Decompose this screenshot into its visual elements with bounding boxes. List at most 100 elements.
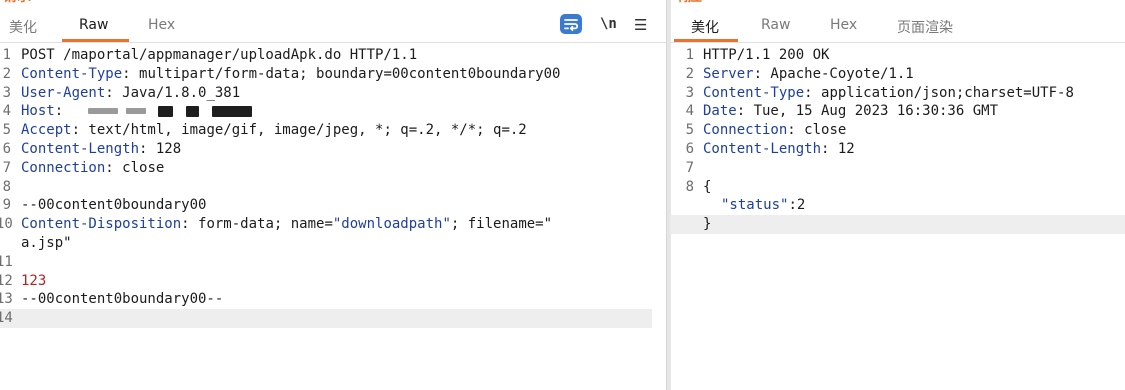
line-number: 4 <box>685 103 694 120</box>
request-current-line: 14 <box>0 309 652 328</box>
header-value: : text/html, image/gif, image/jpeg, *; q… <box>71 122 527 139</box>
header-value: : application/json;charset=UTF-8 <box>804 84 1074 101</box>
line-number: 14 <box>0 310 13 327</box>
request-line-text: POST /maportal/appmanager/uploadApk.do H… <box>21 47 418 63</box>
line-number: 2 <box>685 65 694 82</box>
header-name: Connection <box>21 159 106 176</box>
response-tab-pretty[interactable]: 美化 <box>691 17 719 37</box>
request-line: 12 123 <box>0 272 666 291</box>
request-line: 3 User-Agent: Java/1.8.0_381 <box>0 84 666 103</box>
response-current-line: } <box>670 215 1125 234</box>
line-number: 13 <box>0 291 13 308</box>
json-value: :2 <box>788 197 806 214</box>
request-editor[interactable]: 1 POST /maportal/appmanager/uploadApk.do… <box>0 46 666 328</box>
header-value: : 128 <box>139 140 182 157</box>
response-tab-raw[interactable]: Raw <box>761 17 790 33</box>
request-line: 13 --00content0boundary00-- <box>0 290 666 309</box>
response-panel: 响应 美化 Raw Hex 页面渲染 1 HTTP/1.1 200 OK 2 S… <box>670 0 1125 390</box>
request-line: 4 Host: <box>0 102 666 121</box>
header-name: User-Agent <box>21 84 106 101</box>
header-name: Content-Length <box>21 140 140 157</box>
header-name: Host <box>21 103 55 120</box>
line-number: 6 <box>2 140 11 157</box>
response-tab-active-indicator <box>674 39 738 42</box>
request-line: 10 Content-Disposition: form-data; name=… <box>0 215 666 234</box>
header-name: Content-Type <box>703 84 805 101</box>
request-line-text: --00content0boundary00-- <box>21 291 224 308</box>
request-line: 11 <box>0 253 666 272</box>
response-tab-bar: 美化 Raw Hex 页面渲染 <box>670 0 1125 43</box>
response-line-text: HTTP/1.1 200 OK <box>703 47 830 63</box>
json-key: "status" <box>721 197 789 214</box>
header-name: Server <box>703 65 754 82</box>
header-value: : close <box>105 159 165 176</box>
line-number: 4 <box>2 103 11 120</box>
line-number: 6 <box>685 140 694 157</box>
line-number: 5 <box>685 122 694 139</box>
response-line: 5 Connection: close <box>670 121 1125 140</box>
response-tab-render[interactable]: 页面渲染 <box>897 17 953 37</box>
request-line: 5 Accept: text/html, image/gif, image/jp… <box>0 121 666 140</box>
response-editor[interactable]: 1 HTTP/1.1 200 OK 2 Server: Apache-Coyot… <box>670 46 1125 234</box>
hamburger-menu-icon[interactable]: ☰ <box>634 16 647 34</box>
response-tab-hex[interactable]: Hex <box>830 17 857 33</box>
response-line: 6 Content-Length: 12 <box>670 140 1125 159</box>
redacted-host-mark <box>158 106 173 118</box>
request-line-text: --00content0boundary00 <box>21 197 207 214</box>
line-number: 3 <box>2 84 11 101</box>
request-line: 2 Content-Type: multipart/form-data; bou… <box>0 65 666 84</box>
request-tab-bar: 美化 Raw Hex \n ☰ <box>0 0 666 43</box>
response-line: "status":2 <box>670 196 1125 215</box>
header-value: ; filename=" <box>450 216 553 233</box>
word-wrap-icon[interactable] <box>560 14 582 34</box>
header-value: : Tue, 15 Aug 2023 16:30:36 GMT <box>736 103 999 120</box>
header-name: Connection <box>703 122 788 139</box>
line-number: 3 <box>685 84 694 101</box>
response-line: 3 Content-Type: application/json;charset… <box>670 84 1125 103</box>
response-line: 7 <box>670 159 1125 178</box>
header-name: Accept <box>21 122 72 139</box>
line-number: 11 <box>0 253 13 270</box>
redacted-host-mark <box>88 108 118 115</box>
redacted-host-mark <box>212 106 252 118</box>
request-tab-pretty[interactable]: 美化 <box>9 17 37 37</box>
line-number: 1 <box>2 47 11 63</box>
line-number: 7 <box>2 159 11 176</box>
header-name: Date <box>703 103 737 120</box>
line-number: 10 <box>0 216 13 233</box>
response-line: 4 Date: Tue, 15 Aug 2023 16:30:36 GMT <box>670 102 1125 121</box>
redacted-host-mark <box>186 106 199 118</box>
form-field-name: "downloadpath" <box>332 216 451 233</box>
header-value: : close <box>787 122 847 139</box>
response-line: 8 { <box>670 178 1125 197</box>
header-value: : <box>54 103 72 120</box>
request-panel: 请求 美化 Raw Hex \n ☰ 1 POST /maportal/appm… <box>0 0 666 390</box>
header-value: : Java/1.8.0_381 <box>105 84 241 101</box>
request-line-text: a.jsp" <box>21 234 72 251</box>
request-line: 9 --00content0boundary00 <box>0 196 666 215</box>
header-value: : multipart/form-data; boundary=00conten… <box>122 65 561 82</box>
header-name: Content-Disposition <box>21 216 182 233</box>
line-number: 9 <box>2 197 11 214</box>
line-number: 12 <box>0 272 13 289</box>
header-value: : form-data; name= <box>181 216 333 233</box>
request-tab-raw[interactable]: Raw <box>79 17 108 33</box>
line-number: 8 <box>2 178 11 195</box>
line-number: 7 <box>685 159 694 176</box>
line-number: 5 <box>2 122 11 139</box>
header-value: : Apache-Coyote/1.1 <box>753 65 914 82</box>
request-tab-hex[interactable]: Hex <box>148 17 175 33</box>
header-name: Content-Type <box>21 65 123 82</box>
show-newlines-button[interactable]: \n <box>600 16 617 32</box>
header-name: Content-Length <box>703 140 822 157</box>
request-line: a.jsp" <box>0 234 666 253</box>
line-number: 8 <box>685 178 694 195</box>
response-line: 1 HTTP/1.1 200 OK <box>670 46 1125 65</box>
response-line: 2 Server: Apache-Coyote/1.1 <box>670 65 1125 84</box>
request-line: 7 Connection: close <box>0 159 666 178</box>
line-number: 1 <box>685 47 694 63</box>
request-body-value: 123 <box>21 272 47 289</box>
json-open-brace: { <box>703 178 712 195</box>
request-line: 8 <box>0 178 666 197</box>
header-value: : 12 <box>821 140 855 157</box>
